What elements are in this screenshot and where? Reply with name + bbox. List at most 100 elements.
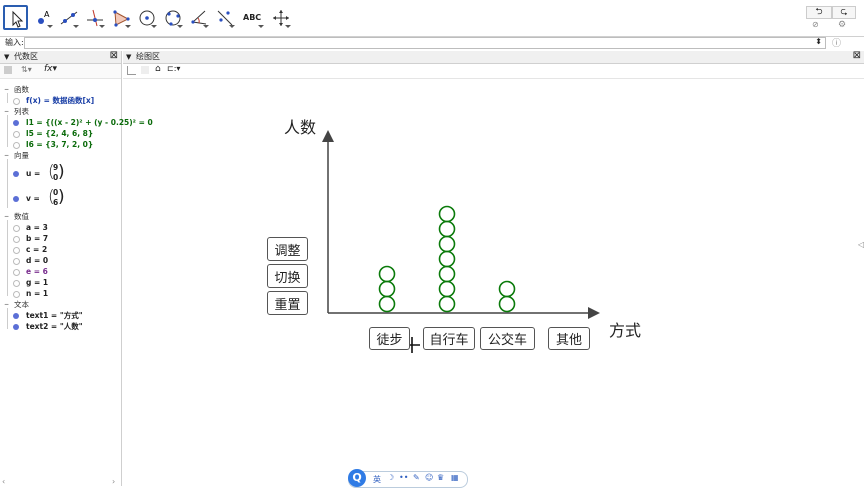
adjust-button[interactable]: 调整 xyxy=(267,237,308,261)
undo-button[interactable]: ⮌ xyxy=(806,6,832,19)
cursor-arrow-icon xyxy=(12,10,24,28)
tree-line xyxy=(7,308,8,329)
algebra-item-text: n = 1 xyxy=(26,289,49,298)
category-button[interactable]: 自行车 xyxy=(423,327,475,350)
punctuation-icon[interactable]: •• xyxy=(399,473,408,482)
visibility-toggle[interactable] xyxy=(13,257,20,265)
redo-button[interactable]: ⮎ xyxy=(832,6,856,19)
ime-logo-icon[interactable]: Q xyxy=(348,469,366,487)
algebra-item-text: b = 7 xyxy=(26,234,49,243)
graph-canvas xyxy=(322,130,600,353)
expand-panel-icon[interactable]: ◁ xyxy=(858,240,864,249)
text-tool-label: ABC xyxy=(243,13,262,22)
count-circle xyxy=(438,280,456,298)
toggle-auxiliary-icon[interactable] xyxy=(4,66,12,74)
input-help-icon[interactable]: ⓘ xyxy=(832,36,841,49)
move-tool-button[interactable] xyxy=(3,5,28,30)
algebra-item-text: text2 = "人数" xyxy=(26,322,83,331)
visibility-toggle[interactable] xyxy=(13,171,19,177)
reset-button[interactable]: 重置 xyxy=(267,291,308,315)
help-icon[interactable]: ⊘ xyxy=(812,20,819,29)
algebra-item-text: a = 3 xyxy=(26,223,48,232)
shirt-icon[interactable]: ♛ xyxy=(437,473,444,482)
tree-line xyxy=(7,93,8,103)
visibility-toggle[interactable] xyxy=(13,312,19,319)
count-circle xyxy=(438,250,456,268)
tree-line xyxy=(7,159,8,208)
polygon-tool-button[interactable] xyxy=(108,5,133,30)
tree-line xyxy=(7,115,8,147)
visibility-toggle[interactable] xyxy=(13,323,19,330)
algebra-view: ▼ 代数区 ⊠ ⇅▾ fx▾ − 函数 f(x) = 数据函数[x] − 列表 l1 = … xyxy=(0,50,153,486)
graphics-view[interactable]: ▼ 绘图区 ⊠ ⌂ ⊏:▾ 人数 方式 调整 切换 重置 徒步 自行车 公交车 其他 xyxy=(123,50,864,486)
category-button[interactable]: 其他 xyxy=(548,327,590,350)
visibility-toggle[interactable] xyxy=(13,290,20,298)
perpendicular-tool-button[interactable] xyxy=(82,5,107,30)
count-circle xyxy=(438,205,456,223)
tree-line xyxy=(7,220,8,296)
redo-icon: ⮎ xyxy=(840,7,848,17)
count-circle xyxy=(498,295,516,313)
input-spinner-icon[interactable]: ⬍ xyxy=(815,37,822,46)
text-tool-button[interactable]: ABC xyxy=(240,5,266,30)
function-input-icon[interactable]: fx▾ xyxy=(44,64,57,74)
visibility-toggle[interactable] xyxy=(13,279,20,287)
wrench-icon[interactable]: ✎ xyxy=(413,473,420,482)
point-tool-button[interactable]: A xyxy=(30,5,55,30)
vector-bracket-right: ) xyxy=(58,187,65,207)
emoji-icon[interactable]: ☺ xyxy=(425,473,433,482)
y-axis-label: 人数 xyxy=(284,118,317,137)
count-circle xyxy=(438,265,456,283)
collapse-icon[interactable]: ▼ xyxy=(4,51,9,63)
visibility-toggle[interactable] xyxy=(13,119,19,126)
grid-menu-icon[interactable]: ▦ xyxy=(451,473,459,482)
scroll-left-icon[interactable]: ‹ xyxy=(2,477,5,486)
svg-text:A: A xyxy=(44,10,50,19)
sort-icon[interactable]: ⇅▾ xyxy=(21,65,32,74)
scroll-right-icon[interactable]: › xyxy=(112,477,115,486)
visibility-toggle[interactable] xyxy=(13,268,20,276)
algebra-item-text: c = 2 xyxy=(26,245,48,254)
close-icon[interactable]: ⊠ xyxy=(110,50,118,62)
category-button[interactable]: 公交车 xyxy=(480,327,535,350)
vector-name: v = xyxy=(26,194,40,203)
group-name: 文本 xyxy=(14,300,29,309)
count-circle xyxy=(378,265,396,283)
visibility-toggle[interactable] xyxy=(13,224,20,232)
count-circle xyxy=(438,235,456,253)
line-tool-button[interactable] xyxy=(56,5,81,30)
visibility-toggle[interactable] xyxy=(13,97,20,105)
ime-toolbar: Q 英 ☽ •• ✎ ☺ ♛ ▦ xyxy=(348,469,468,488)
main-toolbar: A ABC ⮌ ⮎ ⊘ ⚙ xyxy=(0,0,864,37)
algebra-item-text: e = 6 xyxy=(26,267,48,276)
reflect-tool-button[interactable] xyxy=(212,5,237,30)
group-name: 列表 xyxy=(14,107,29,116)
visibility-toggle[interactable] xyxy=(13,246,20,254)
algebra-item-text: f(x) = 数据函数[x] xyxy=(26,96,95,105)
algebra-item-text: l6 = {3, 7, 2, 0} xyxy=(26,140,94,149)
vector-name: u = xyxy=(26,169,41,178)
gear-icon[interactable]: ⚙ xyxy=(838,20,846,30)
category-button[interactable]: 徒步 xyxy=(369,327,410,350)
x-axis-label: 方式 xyxy=(609,321,642,340)
count-circle xyxy=(378,280,396,298)
visibility-toggle[interactable] xyxy=(13,196,19,202)
group-name: 数值 xyxy=(14,212,29,221)
count-circle xyxy=(438,295,456,313)
count-circle xyxy=(438,220,456,238)
count-circle xyxy=(498,280,516,298)
moon-icon[interactable]: ☽ xyxy=(387,473,394,482)
visibility-toggle[interactable] xyxy=(13,130,20,138)
data-markers xyxy=(378,205,516,313)
move-view-tool-button[interactable] xyxy=(268,5,293,30)
ime-lang-toggle[interactable]: 英 xyxy=(373,474,381,485)
angle-tool-button[interactable] xyxy=(186,5,211,30)
circle-three-points-button[interactable] xyxy=(160,5,185,30)
input-field[interactable]: ⬍ xyxy=(24,37,826,49)
visibility-toggle[interactable] xyxy=(13,235,20,243)
algebra-item-text: l5 = {2, 4, 6, 8} xyxy=(26,129,94,138)
circle-tool-button[interactable] xyxy=(134,5,159,30)
count-circle xyxy=(378,295,396,313)
switch-button[interactable]: 切换 xyxy=(267,264,308,288)
visibility-toggle[interactable] xyxy=(13,141,20,149)
